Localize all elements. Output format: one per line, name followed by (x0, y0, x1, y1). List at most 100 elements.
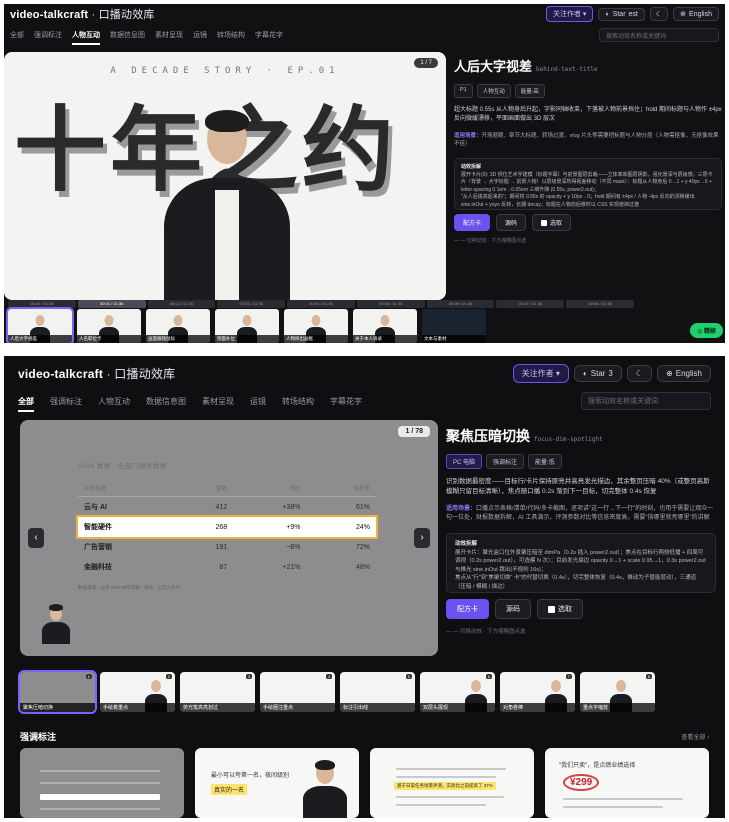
tag-platform: PC 电脑 (446, 454, 483, 469)
theme-toggle-button[interactable]: ☾ (649, 7, 669, 21)
preview-stage[interactable]: A DECADE STORY · EP.01 十年之约 1 / 7 (4, 52, 446, 300)
gallery-card[interactable]: 基于日常任务场景评测，实际比之前提高了 37% (370, 748, 534, 818)
column-header: 营收 (175, 480, 234, 497)
screenshot-bottom: video-talkcraft · 口播动效库 关注作者 ▾ ◐ Star 3 ☾ … (4, 356, 725, 818)
github-icon: ◐ (605, 10, 610, 18)
tab-all[interactable]: 全部 (18, 396, 34, 412)
thumbnail[interactable]: 1 聚焦压暗切换 (18, 670, 97, 714)
theme-toggle-button[interactable]: ☾ (626, 364, 653, 382)
thumbnail[interactable]: 2 手绘着重点 (100, 672, 175, 712)
gallery-card[interactable] (20, 748, 184, 818)
thumbnail[interactable]: 3 荧光笔高亮划过 (180, 672, 255, 712)
thumbnail[interactable]: 人名职位卡 (77, 309, 141, 343)
timeline-segment[interactable]: 00:01 / 01:36 (77, 300, 146, 308)
gallery-card[interactable]: 最小可以夸第一名，夜间级别 真实的一名 (195, 748, 359, 818)
thumbnail[interactable]: 侧面补位 (215, 309, 279, 343)
tab-emphasis[interactable]: 强调标注 (34, 30, 62, 40)
gallery-header: 强调标注 查看全部 › (20, 730, 709, 743)
star-count: est (628, 10, 638, 18)
tab-data[interactable]: 数据信息图 (110, 30, 145, 40)
effect-code: behind-text-title (536, 66, 598, 73)
source-code-button[interactable]: 源码 (495, 599, 531, 619)
tab-camera[interactable]: 运镜 (250, 396, 266, 407)
timeline-segment[interactable]: 00:06 / 01:36 (426, 300, 495, 308)
tab-person[interactable]: 人物互动 (72, 30, 100, 45)
checkbox-icon (541, 220, 548, 227)
breakdown-line: 展开卡片：聚光盒口位外景聚压暗至 dimPa（0.2s 插入 power2.ou… (455, 549, 706, 573)
screenshot-top: video-talkcraft · 口播动效库 关注作者 ▾ ◐ Star est … (4, 4, 725, 343)
tag-priority: P1 (454, 84, 473, 98)
thumbnail[interactable]: 人后大字视差 (6, 307, 74, 343)
timeline-segment[interactable]: 00:03 / 01:36 (217, 300, 286, 308)
select-checkbox[interactable]: 选取 (532, 214, 572, 231)
timeline-segment[interactable]: 00:04 / 01:36 (287, 300, 355, 308)
timeline-segment[interactable]: 00:08 / 01:36 (566, 300, 635, 308)
breakdown-box[interactable]: 动效拆解 展开卡片(0): 3D 供位艺术字建模（标题字幕）与前景图层剪裁——立… (454, 158, 722, 210)
thumbnail[interactable]: 5 标注引出线 (340, 672, 415, 712)
thumbnail[interactable]: 4 手绘圈注重点 (260, 672, 335, 712)
breakdown-title: 动效拆解 (455, 541, 478, 547)
follow-author-button[interactable]: 关注作者 ▾ (512, 363, 569, 383)
select-checkbox[interactable]: 选取 (537, 599, 583, 619)
preview-stage[interactable]: 1 / 78 2024 数据 · 全部门财务数据 业务板块 营收 同比 毛利率 … (20, 420, 438, 656)
finance-table: 业务板块 营收 同比 毛利率 云与 AI 412 +38% 61% 智能硬件 2… (76, 480, 378, 577)
app-title: video-talkcraft · 口播动效库 (18, 366, 176, 381)
checkbox-icon (548, 605, 555, 613)
recipe-card-button[interactable]: 配方卡 (454, 214, 491, 231)
github-star-button[interactable]: ◐ Star est (598, 7, 645, 21)
tab-transition[interactable]: 转场结构 (282, 396, 314, 407)
timeline-segment[interactable]: 00:00 / 01:36 (8, 300, 76, 308)
gallery-card[interactable]: "我们只卖"，是点燃业绩选择 ¥299 (545, 748, 709, 818)
timeline-segment[interactable]: 00:05 / 01:36 (356, 300, 425, 308)
search-input[interactable]: 搜索动效名称或关键词 (599, 28, 719, 42)
usage-text: 适用场景：口播点示表格/清单/代码/多卡截图，逐项讲"这一行→下一行"的时刻，也… (446, 506, 714, 521)
table-footnote: 数据来源：公司 2024 财年年报 · 单位：亿元人民币 (78, 585, 181, 590)
moon-icon: ☾ (655, 11, 663, 18)
tab-person[interactable]: 人物互动 (98, 396, 130, 407)
language-button[interactable]: ⊕ English (657, 364, 711, 382)
column-header: 毛利率 (306, 480, 376, 497)
view-all-link[interactable]: 查看全部 › (681, 732, 709, 741)
timeline-bar[interactable]: 00:00 / 01:36 00:01 / 01:36 00:02 / 01:3… (8, 300, 635, 308)
breakdown-box[interactable]: 动效拆解 展开卡片：聚光盒口位外景聚压暗至 dimPa（0.2s 插入 powe… (446, 533, 716, 593)
tag-category: 人物互动 (476, 84, 511, 98)
thumbnail[interactable]: 6 双层头展现 (420, 672, 495, 712)
thumbnail[interactable]: 关于本人语录 (353, 309, 417, 343)
tab-assets[interactable]: 素材呈现 (155, 30, 183, 40)
top-bar: video-talkcraft · 口播动效库 关注作者 ▾ ◐ Star 3 ☾ … (4, 356, 725, 390)
refine-button[interactable]: ◎ 精修 (690, 323, 723, 338)
globe-icon: ⊕ (666, 368, 673, 378)
finance-table-card: 2024 数据 · 全部门财务数据 业务板块 营收 同比 毛利率 云与 AI 4… (76, 460, 378, 591)
tag-energy: 能量:低 (528, 454, 562, 469)
next-arrow-button[interactable]: › (414, 528, 430, 548)
recipe-card-button[interactable]: 配方卡 (446, 599, 489, 619)
github-star-button[interactable]: ◐ Star 3 (573, 364, 622, 382)
tab-subtitle[interactable]: 字幕花字 (330, 396, 362, 407)
effect-detail-panel: 人后大字视差 behind-text-title P1 人物互动 能量:高 超大标… (454, 56, 722, 244)
app-title: video-talkcraft · 口播动效库 (10, 9, 155, 21)
table-title: 2024 数据 · 全部门财务数据 (78, 463, 168, 470)
tab-subtitle[interactable]: 字幕花字 (255, 30, 283, 40)
thumbnail[interactable]: 人物探出画框 (284, 309, 348, 343)
breakdown-line: 展开卡片(0): 3D 供位艺术字建模（标题字幕）与前景图层剪裁——立体率和图层… (461, 171, 713, 193)
tab-data[interactable]: 数据信息图 (146, 396, 186, 407)
tab-camera[interactable]: 运镜 (193, 30, 207, 40)
thumbnail[interactable]: 画面跟随鼠标 (146, 309, 210, 343)
timeline-segment[interactable]: 00:02 / 01:36 (147, 300, 216, 308)
language-button[interactable]: ⊕ English (673, 7, 719, 21)
search-input[interactable]: 搜索动效名称或关键词 (581, 392, 711, 410)
source-code-button[interactable]: 源码 (496, 214, 527, 231)
tab-emphasis[interactable]: 强调标注 (50, 396, 82, 407)
timeline-segment[interactable]: 00:07 / 01:36 (496, 300, 565, 308)
table-row: 金融科技 87 +21% 48% (84, 563, 370, 572)
tab-assets[interactable]: 素材呈现 (202, 396, 234, 407)
effect-description: 超大标题 0.55s 从人物身后升起，字影同轴收束，下落被人物前景挡住；hold… (454, 107, 722, 122)
tab-all[interactable]: 全部 (10, 30, 24, 40)
slide-counter: 1 / 78 (398, 426, 430, 437)
thumbnail[interactable]: 7 对角卷棒 (500, 672, 575, 712)
thumbnail[interactable]: 文本与素材 (422, 309, 486, 343)
thumbnail[interactable]: 8 重点字缩放 (580, 672, 655, 712)
follow-author-button[interactable]: 关注作者 ▾ (545, 6, 594, 22)
prev-arrow-button[interactable]: ‹ (28, 528, 44, 548)
tab-transition[interactable]: 转场结构 (217, 30, 245, 40)
